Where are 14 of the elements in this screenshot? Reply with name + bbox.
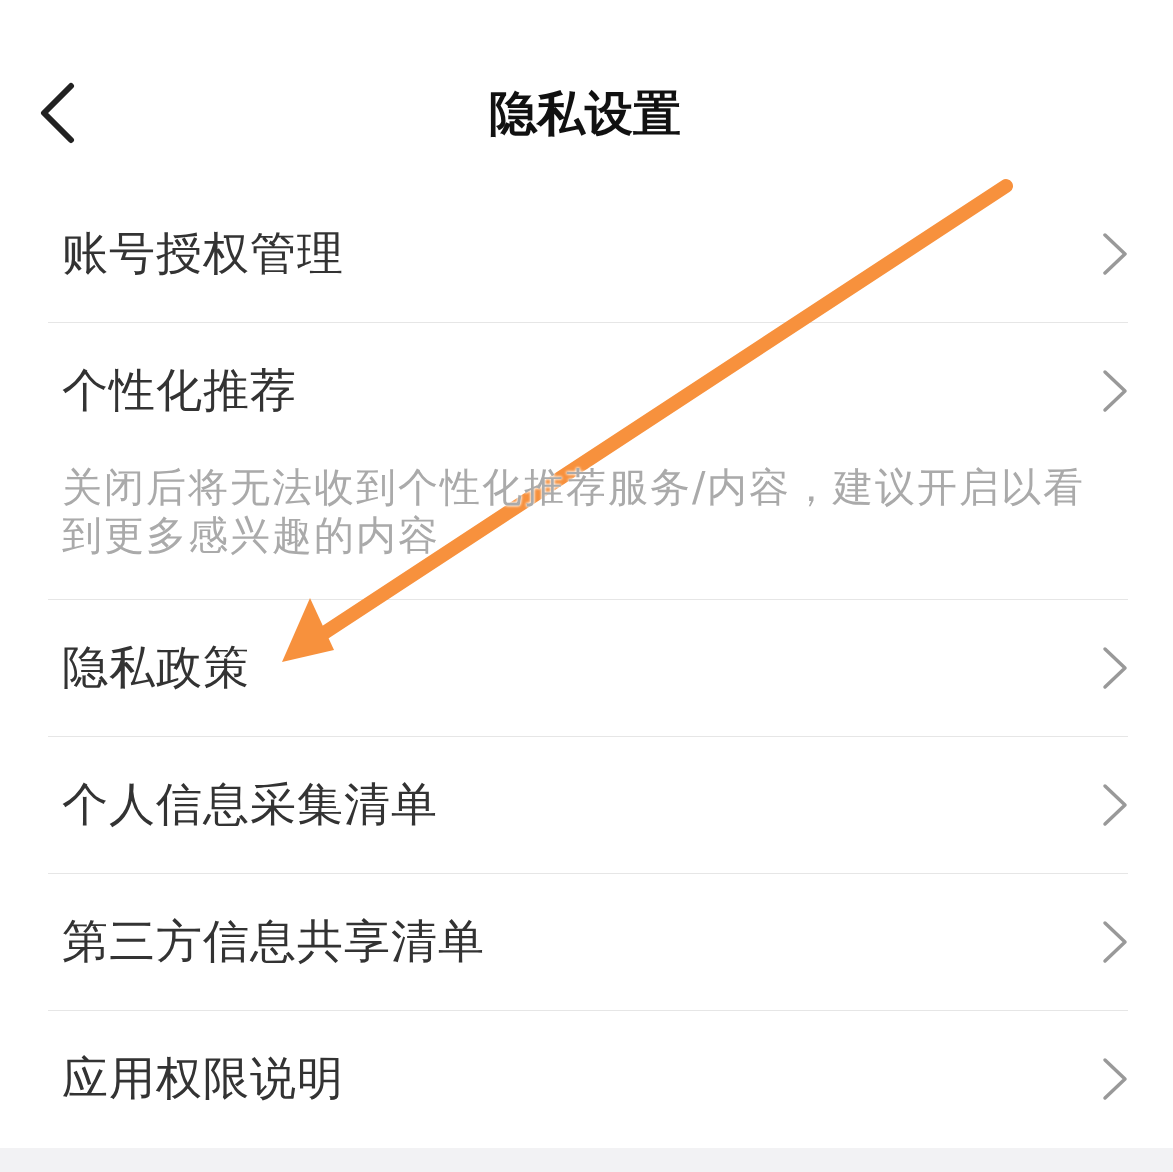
settings-item[interactable]: 个人信息采集清单 (48, 737, 1128, 873)
settings-item[interactable]: 个性化推荐 (48, 323, 1128, 459)
page-title: 隐私设置 (488, 84, 681, 142)
back-icon[interactable] (38, 82, 76, 144)
settings-item[interactable]: 应用权限说明 (48, 1011, 1128, 1147)
settings-item[interactable]: 第三方信息共享清单 (48, 874, 1128, 1010)
settings-item[interactable]: 隐私政策 (48, 600, 1128, 736)
settings-item[interactable]: 账号授权管理 (48, 186, 1128, 322)
chevron-right-icon (1102, 783, 1128, 827)
chevron-right-icon (1102, 369, 1128, 413)
chevron-right-icon (1102, 1057, 1128, 1101)
chevron-right-icon (1102, 232, 1128, 276)
chevron-right-icon (1102, 646, 1128, 690)
chevron-right-icon (1102, 920, 1128, 964)
